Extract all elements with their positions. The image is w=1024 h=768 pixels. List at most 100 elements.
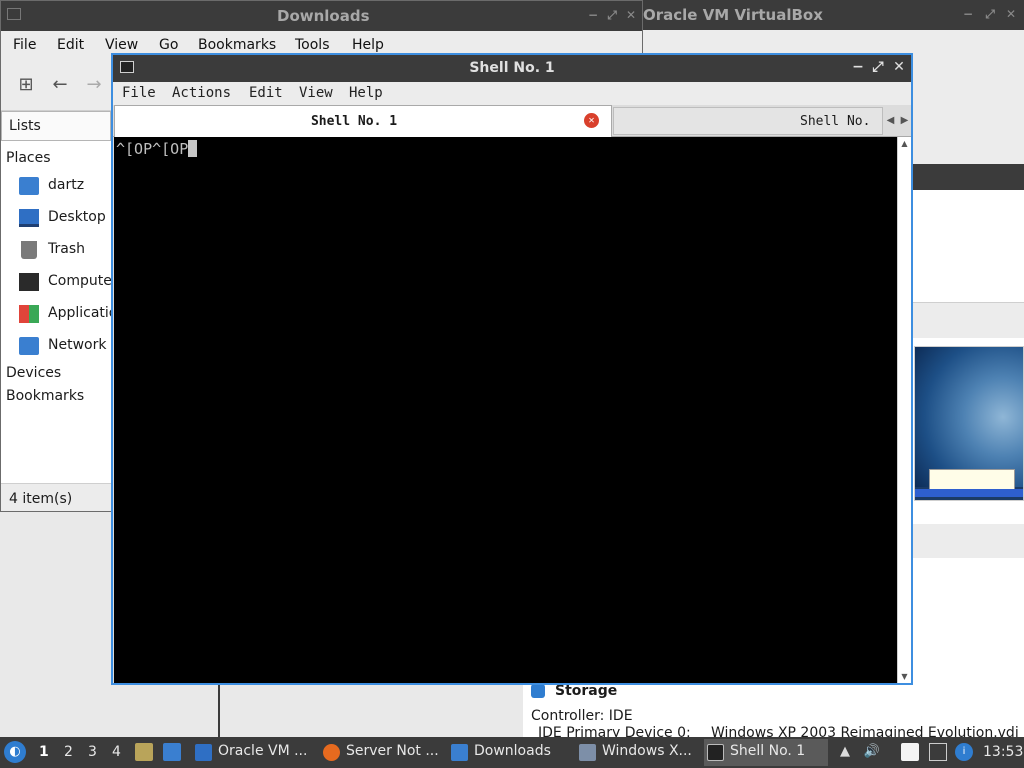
tab-scroll-right-icon[interactable]: ▶	[898, 107, 911, 135]
folder-icon	[451, 744, 468, 761]
downloads-title: Downloads	[277, 7, 370, 25]
place-label: Desktop	[48, 209, 106, 225]
network-icon	[19, 337, 39, 355]
minimize-icon[interactable]: −	[961, 7, 975, 21]
menu-bookmarks[interactable]: Bookmarks	[198, 37, 276, 53]
shell-title: Shell No. 1	[469, 60, 555, 76]
window-menu-icon[interactable]	[7, 8, 21, 20]
menu-view[interactable]: View	[105, 37, 138, 53]
menu-go[interactable]: Go	[159, 37, 178, 53]
applications-icon	[19, 305, 39, 323]
update-icon[interactable]: i	[955, 743, 973, 761]
shell-titlebar[interactable]: Shell No. 1 − ⤢ ✕	[113, 55, 911, 82]
place-label: Trash	[48, 241, 85, 257]
new-tab-icon[interactable]: ⊞	[15, 75, 37, 95]
place-applications[interactable]: Applicatio	[19, 303, 119, 327]
menu-help[interactable]: Help	[352, 37, 384, 53]
menu-file[interactable]: File	[13, 37, 36, 53]
minimize-icon[interactable]: −	[586, 8, 600, 22]
devices-heading[interactable]: Devices	[6, 365, 61, 381]
menu-actions[interactable]: Actions	[172, 85, 231, 101]
shell-menubar: File Actions Edit View Help	[113, 82, 911, 105]
start-menu-icon[interactable]: ◐	[4, 741, 26, 763]
places-heading[interactable]: Places	[6, 150, 51, 166]
place-network[interactable]: Network	[19, 335, 119, 359]
file-manager-launcher-icon[interactable]	[135, 743, 153, 761]
place-label: Compute	[48, 273, 112, 289]
minimize-icon[interactable]: −	[851, 59, 865, 75]
back-arrow-icon[interactable]: ←	[49, 75, 71, 95]
task-label: Downloads	[474, 743, 551, 759]
window-edge	[218, 685, 220, 737]
preview-taskbar	[915, 489, 1023, 497]
terminal-output: ^[OP^[OP	[116, 140, 189, 158]
shell-window: Shell No. 1 − ⤢ ✕ File Actions Edit View…	[111, 53, 913, 685]
computer-icon	[19, 273, 39, 291]
workspace-1[interactable]: 1	[39, 744, 49, 760]
terminal-icon	[707, 744, 724, 761]
menu-edit[interactable]: Edit	[249, 85, 283, 101]
menu-tools[interactable]: Tools	[295, 37, 330, 53]
scroll-down-icon[interactable]: ▼	[898, 670, 911, 683]
virtualbox-details-header	[913, 164, 1024, 190]
firefox-icon	[323, 744, 340, 761]
place-label: Applicatio	[48, 305, 118, 321]
maximize-icon[interactable]: ⤢	[605, 8, 619, 22]
shell-tabbar: Shell No. 1 ✕ Shell No. ◀ ▶	[113, 105, 911, 137]
trash-icon	[21, 241, 37, 259]
tab-shell-1[interactable]: Shell No. 1 ✕	[114, 105, 612, 137]
task-shell[interactable]: Shell No. 1	[704, 739, 828, 766]
task-windows-xp[interactable]: Windows X...	[576, 739, 700, 766]
menu-view[interactable]: View	[299, 85, 333, 101]
storage-icon	[531, 684, 545, 698]
place-computer[interactable]: Compute	[19, 271, 119, 295]
forward-arrow-icon[interactable]: →	[83, 75, 105, 95]
tray-scroll-icon[interactable]: ▲	[836, 743, 854, 761]
menu-file[interactable]: File	[122, 85, 156, 101]
home-folder-icon	[19, 177, 39, 195]
side-pane-mode-select[interactable]: Lists	[1, 111, 111, 141]
vm-preview-thumbnail	[914, 346, 1024, 501]
menu-help[interactable]: Help	[349, 85, 383, 101]
storage-heading[interactable]: Storage	[555, 683, 617, 699]
display-icon[interactable]	[929, 743, 947, 761]
task-label: Shell No. 1	[730, 743, 806, 759]
close-icon[interactable]: ✕	[892, 59, 906, 75]
task-firefox[interactable]: Server Not ...	[320, 739, 444, 766]
details-section-band	[913, 524, 1024, 558]
workspace-3[interactable]: 3	[88, 744, 97, 760]
bookmarks-heading[interactable]: Bookmarks	[6, 388, 84, 404]
maximize-icon[interactable]: ⤢	[983, 7, 997, 21]
tab-close-icon[interactable]: ✕	[584, 113, 599, 128]
terminal-cursor	[188, 140, 198, 157]
workspace-4[interactable]: 4	[112, 744, 121, 760]
volume-icon[interactable]: 🔊	[863, 743, 881, 761]
clock[interactable]: 13:53	[983, 744, 1023, 760]
menu-edit[interactable]: Edit	[57, 37, 84, 53]
task-downloads[interactable]: Downloads	[448, 739, 572, 766]
virtualbox-icon	[195, 744, 212, 761]
preview-header	[913, 302, 1024, 338]
close-icon[interactable]: ✕	[1004, 7, 1018, 21]
show-desktop-icon[interactable]	[163, 743, 181, 761]
terminal-scrollbar[interactable]: ▲ ▼	[897, 137, 911, 683]
place-label: dartz	[48, 177, 85, 193]
place-dartz[interactable]: dartz	[19, 175, 119, 199]
terminal-area[interactable]: ^[OP^[OP	[114, 137, 897, 683]
maximize-icon[interactable]: ⤢	[871, 59, 885, 75]
place-trash[interactable]: Trash	[19, 239, 119, 263]
workspace-2[interactable]: 2	[64, 744, 73, 760]
tab-shell-2[interactable]: Shell No.	[613, 107, 883, 135]
preview-wallpaper	[915, 347, 1023, 487]
clipboard-icon[interactable]	[901, 743, 919, 761]
downloads-titlebar[interactable]: Downloads − ⤢ ✕	[1, 1, 642, 31]
virtualbox-title: Oracle VM VirtualBox	[643, 6, 823, 24]
tab-label: Shell No. 1	[310, 114, 398, 129]
task-oracle-vm[interactable]: Oracle VM ...	[192, 739, 316, 766]
desktop-icon	[19, 209, 39, 227]
place-desktop[interactable]: Desktop	[19, 207, 119, 231]
scroll-up-icon[interactable]: ▲	[898, 137, 911, 150]
virtualbox-titlebar[interactable]: Oracle VM VirtualBox − ⤢ ✕	[643, 0, 1024, 30]
tab-scroll-left-icon[interactable]: ◀	[884, 107, 897, 135]
close-icon[interactable]: ✕	[624, 8, 638, 22]
